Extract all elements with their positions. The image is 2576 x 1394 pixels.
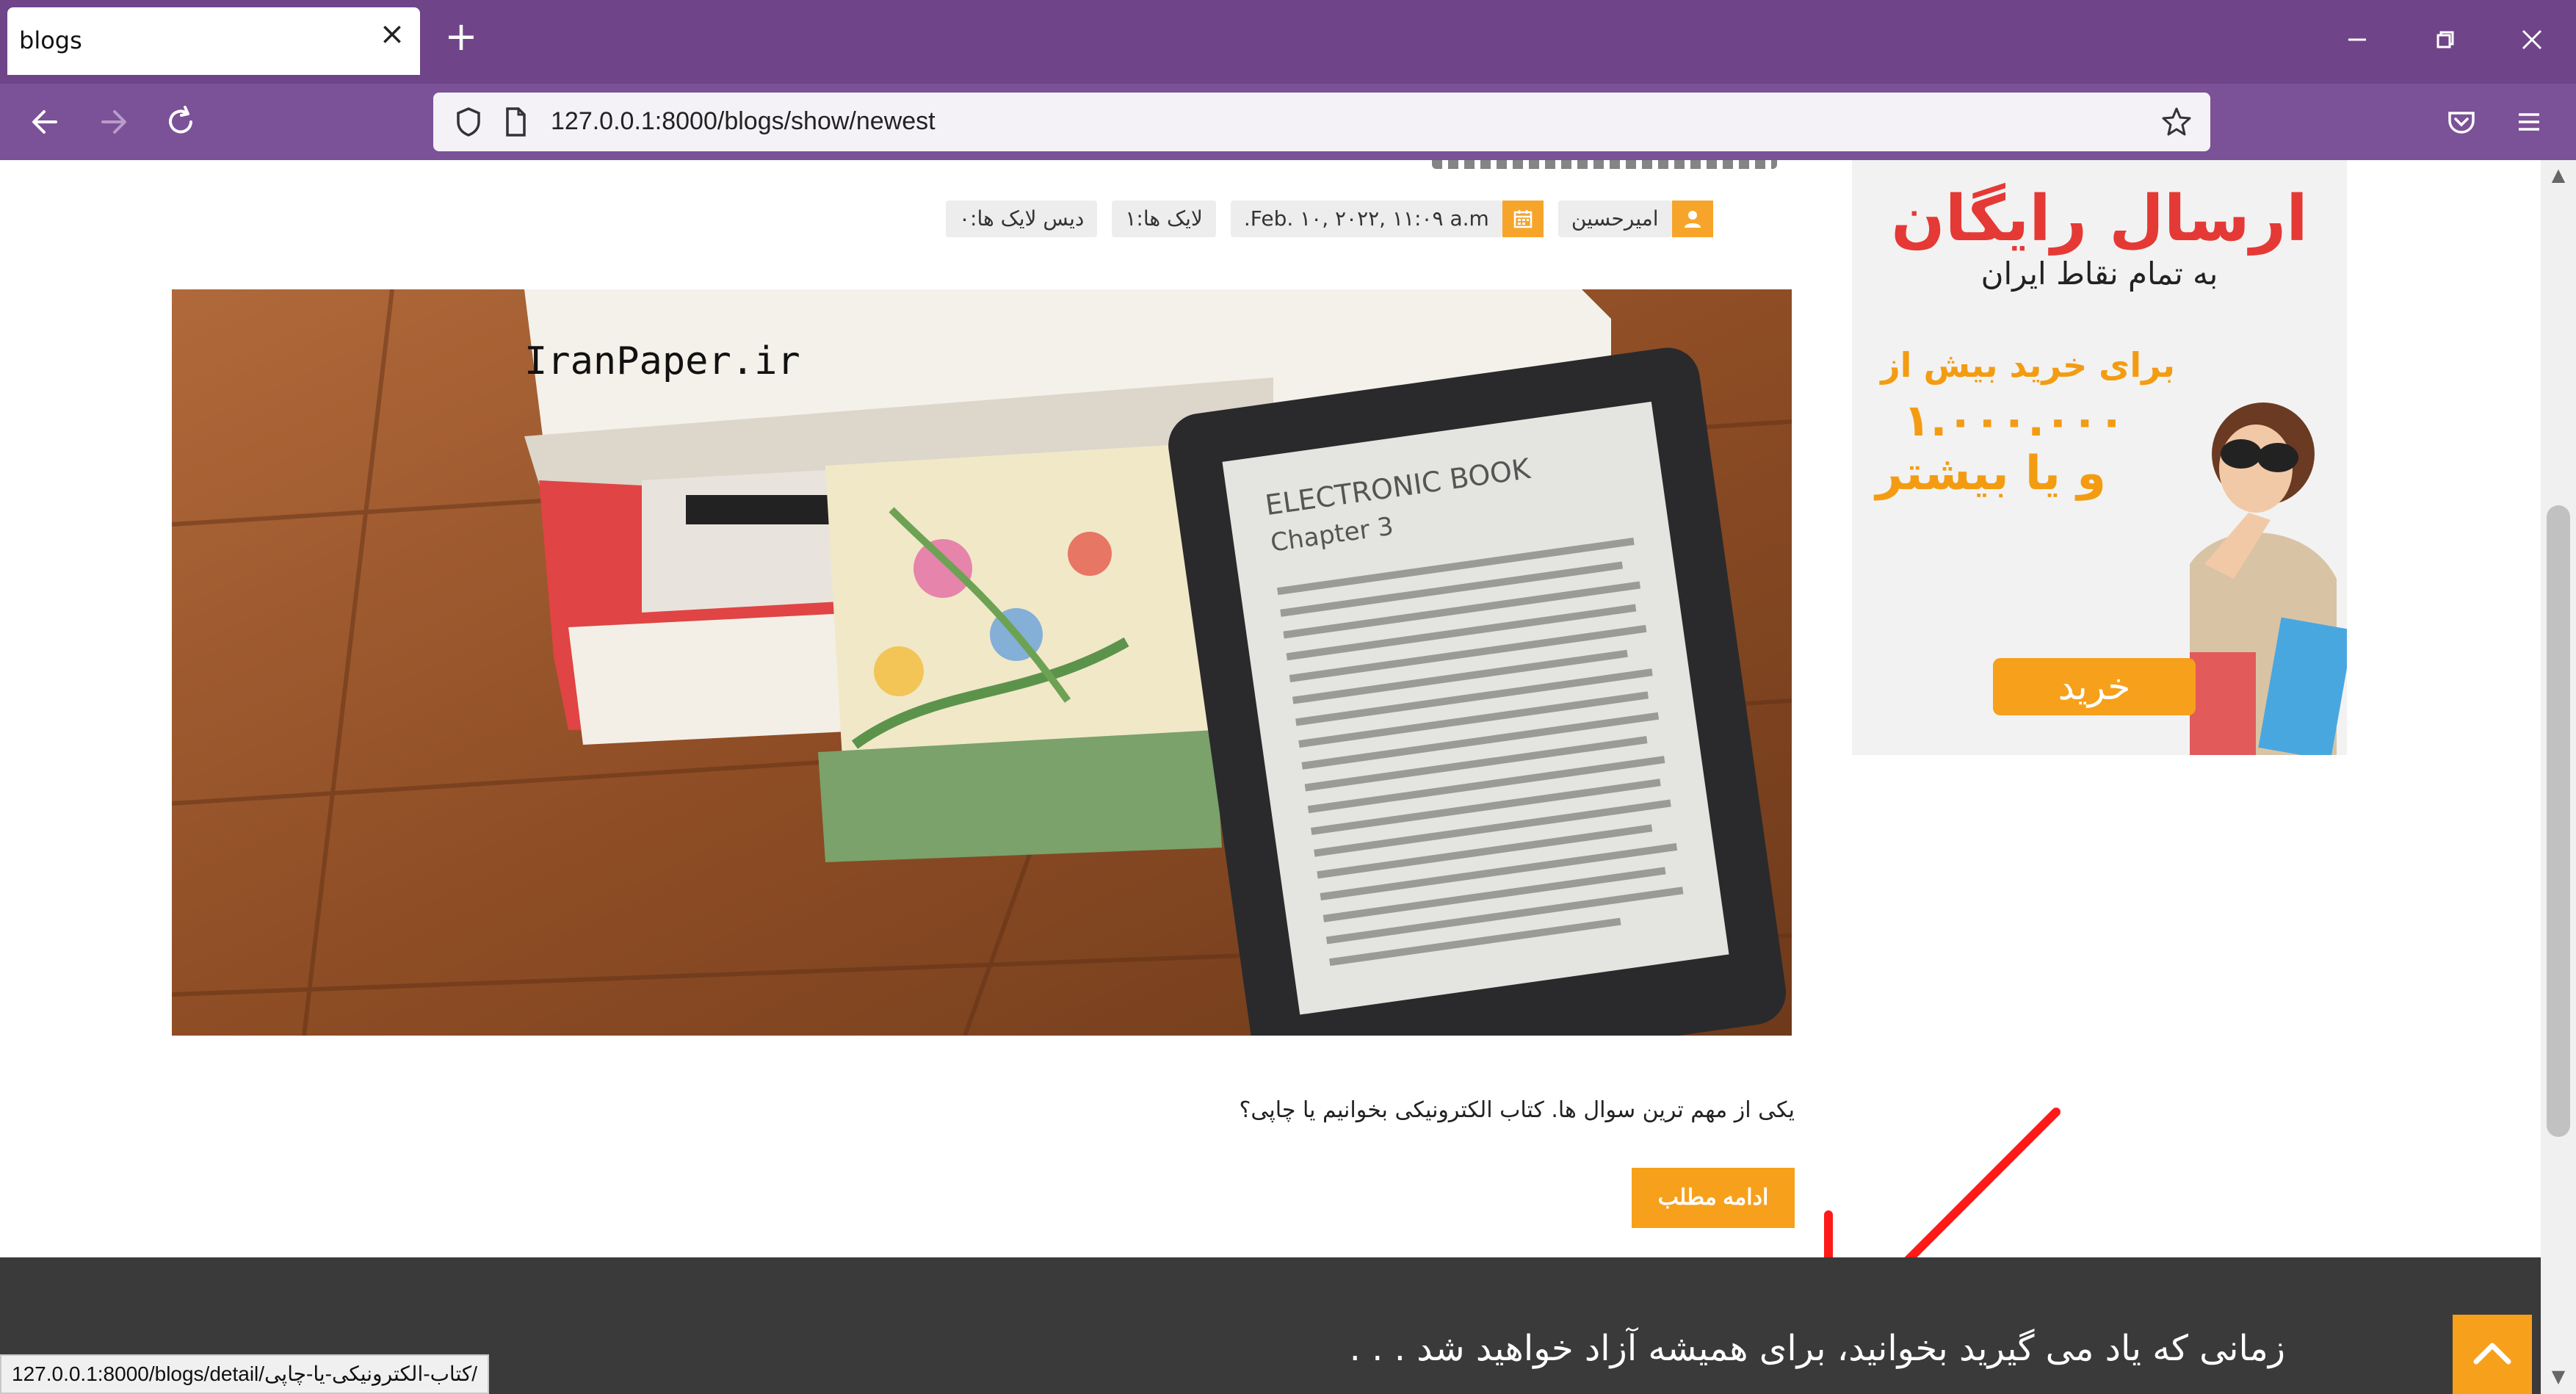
close-window-icon[interactable] <box>2510 18 2554 62</box>
calendar-icon <box>1502 201 1544 237</box>
ad-title: ارسال رایگان <box>1891 182 2308 256</box>
author-name[interactable]: امیرحسین <box>1557 201 1672 237</box>
ad-amount: ۱.۰۰۰.۰۰۰ <box>1903 395 2125 447</box>
scroll-up-icon[interactable]: ▲ <box>2547 163 2570 187</box>
navigation-bar: 127.0.0.1:8000/blogs/show/newest <box>0 84 2576 160</box>
user-icon <box>1671 201 1713 237</box>
reload-icon[interactable] <box>157 98 204 145</box>
ad-line3: و یا بیشتر <box>1875 447 2106 501</box>
new-tab-icon[interactable]: + <box>444 17 479 57</box>
browser-window: blogs × + 127.0.0.1:8000/blogs/show/newe… <box>0 0 2576 1394</box>
shield-icon[interactable] <box>448 101 489 142</box>
read-more-button[interactable]: ادامه مطلب <box>1632 1168 1795 1228</box>
restore-icon[interactable] <box>2423 18 2467 62</box>
browser-tab[interactable]: blogs × <box>7 7 420 75</box>
bookmark-star-icon[interactable] <box>2156 101 2197 142</box>
ad-subtitle: به تمام نقاط ایران <box>1980 256 2218 292</box>
author-meta: امیرحسین <box>1557 201 1713 237</box>
url-text[interactable]: 127.0.0.1:8000/blogs/show/newest <box>551 107 936 136</box>
page-icon[interactable] <box>495 101 536 142</box>
post-title-cut-off <box>1432 160 1777 169</box>
page-content: امیرحسین Feb. ۱۰, ۲۰۲۲, ۱۱:۰۹ a.m. لایک … <box>0 160 2541 1394</box>
scroll-thumb[interactable] <box>2547 505 2570 1137</box>
back-arrow-icon[interactable] <box>22 98 69 145</box>
scrollbar[interactable]: ▲ ▼ <box>2541 160 2576 1394</box>
post-date: Feb. ۱۰, ۲۰۲۲, ۱۱:۰۹ a.m. <box>1230 201 1502 237</box>
status-bar-url: 127.0.0.1:8000/blogs/detail/کتاب-الکترون… <box>0 1354 490 1394</box>
date-meta: Feb. ۱۰, ۲۰۲۲, ۱۱:۰۹ a.m. <box>1230 201 1544 237</box>
close-tab-icon[interactable]: × <box>379 18 405 49</box>
tab-strip: blogs × + <box>0 0 2576 84</box>
post-excerpt: یکی از مهم ترین سوال ها. کتاب الکترونیکی… <box>1239 1097 1795 1123</box>
address-bar[interactable]: 127.0.0.1:8000/blogs/show/newest <box>433 93 2210 151</box>
post-image[interactable]: IranPaper.ir ELECTRONIC BOOK Chapter 3 <box>172 289 1792 1036</box>
tab-title: blogs <box>19 26 82 54</box>
footer-quote: زمانی که یاد می گیرید بخوانید، برای همیش… <box>1349 1328 2285 1369</box>
scroll-down-icon[interactable]: ▼ <box>2547 1365 2570 1388</box>
brand-watermark: IranPaper.ir <box>524 339 800 383</box>
dislikes-count[interactable]: دیس لایک ها:۰ <box>946 201 1098 237</box>
menu-icon[interactable] <box>2506 98 2553 145</box>
chevron-up-icon <box>2473 1343 2511 1365</box>
ad-buy-button[interactable]: خرید <box>1993 658 2196 715</box>
likes-count[interactable]: لایک ها:۱ <box>1112 201 1216 237</box>
back-to-top-button[interactable] <box>2453 1315 2532 1394</box>
forward-arrow-icon[interactable] <box>90 98 137 145</box>
ad-line1: برای خرید بیش از <box>1881 345 2175 385</box>
ad-banner[interactable]: ارسال رایگان به تمام نقاط ایران برای خری… <box>1852 160 2347 755</box>
post-meta-row: امیرحسین Feb. ۱۰, ۲۰۲۲, ۱۱:۰۹ a.m. لایک … <box>946 201 1713 237</box>
pocket-icon[interactable] <box>2438 98 2485 145</box>
minimize-icon[interactable] <box>2335 18 2379 62</box>
